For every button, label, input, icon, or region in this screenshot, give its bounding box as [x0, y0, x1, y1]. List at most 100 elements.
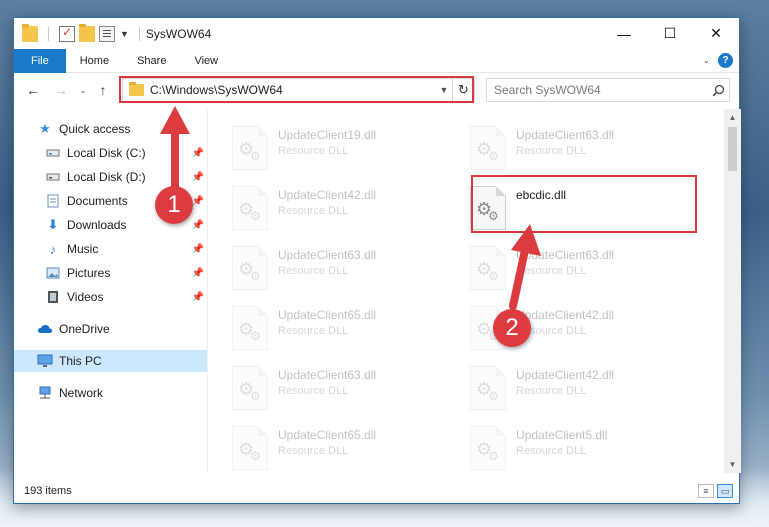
- address-path[interactable]: C:\Windows\SysWOW64: [150, 83, 436, 97]
- music-icon: ♪: [49, 241, 57, 257]
- tab-view[interactable]: View: [180, 49, 232, 73]
- file-item[interactable]: ⚙ ⚙ UpdateClient63.dll Resource DLL: [214, 243, 444, 297]
- customize-toolbar-chevron-icon[interactable]: ▼: [120, 29, 129, 39]
- quick-access-toolbar: ▼: [14, 23, 146, 42]
- properties-check-icon[interactable]: [59, 25, 75, 42]
- file-name: UpdateClient19.dll: [278, 128, 377, 142]
- file-name: ebcdic.dll: [516, 188, 567, 202]
- vertical-scrollbar[interactable]: ▲ ▼: [724, 109, 741, 473]
- recent-locations-button[interactable]: ⌄: [76, 79, 90, 101]
- help-button[interactable]: ?: [718, 53, 733, 68]
- expand-ribbon-chevron-icon[interactable]: ⌄: [702, 55, 710, 66]
- sidebar-item-label: Quick access: [59, 122, 131, 136]
- search-input[interactable]: [487, 83, 707, 97]
- cloud-icon: [37, 321, 53, 337]
- up-button[interactable]: ↑: [92, 79, 114, 101]
- file-type: Resource DLL: [278, 445, 349, 457]
- scroll-thumb[interactable]: [728, 127, 737, 171]
- details-view-icon[interactable]: ≡: [698, 484, 714, 498]
- sidebar-item-music[interactable]: ♪ Music 📌: [14, 238, 207, 260]
- sidebar-item-quick-access[interactable]: ★ Quick access: [14, 118, 207, 140]
- file-name: UpdateClient63.dll: [516, 128, 615, 142]
- file-item[interactable]: ⚙ ⚙ UpdateClient65.dll Resource DLL: [214, 423, 444, 473]
- search-icon[interactable]: [707, 84, 729, 97]
- caption-buttons: — ☐ ✕: [601, 18, 739, 49]
- sidebar-item-videos[interactable]: Videos 📌: [14, 286, 207, 308]
- sidebar-item-label: This PC: [59, 354, 102, 368]
- address-dropdown-chevron-icon[interactable]: ▼: [436, 85, 452, 95]
- back-button[interactable]: ←: [22, 79, 44, 101]
- dll-file-icon: ⚙ ⚙: [232, 246, 268, 290]
- file-item[interactable]: ⚙ ⚙ UpdateClient63.dll Resource DLL: [452, 243, 682, 297]
- details-icon[interactable]: [99, 25, 115, 42]
- sidebar-item-label: Network: [59, 386, 104, 400]
- sidebar-item-label: Videos: [67, 290, 104, 304]
- maximize-button[interactable]: ☐: [647, 18, 693, 49]
- pictures-icon: [45, 265, 61, 281]
- file-item[interactable]: ⚙ ⚙ UpdateClient5.dll Resource DLL: [452, 423, 682, 473]
- tab-file[interactable]: File: [14, 48, 66, 73]
- dll-file-icon: ⚙ ⚙: [470, 246, 506, 290]
- address-bar[interactable]: C:\Windows\SysWOW64 ▼ ↻: [122, 78, 475, 102]
- scroll-up-arrow-icon[interactable]: ▲: [724, 109, 741, 126]
- scroll-down-arrow-icon[interactable]: ▼: [724, 456, 741, 473]
- file-type: Resource DLL: [278, 385, 349, 397]
- sidebar-item-local-disk-c[interactable]: Local Disk (C:) 📌: [14, 142, 207, 164]
- sidebar-item-label: Local Disk (D:): [67, 170, 146, 184]
- file-type: Resource DLL: [516, 265, 587, 277]
- sidebar-item-onedrive[interactable]: OneDrive: [14, 318, 207, 340]
- pin-icon[interactable]: 📌: [192, 196, 204, 207]
- file-item[interactable]: ⚙ ⚙ UpdateClient63.dll Resource DLL: [452, 123, 682, 177]
- file-item[interactable]: ⚙ ⚙ UpdateClient65.dll Resource DLL: [214, 303, 444, 357]
- dll-file-icon: ⚙ ⚙: [232, 366, 268, 410]
- dll-file-icon: ⚙ ⚙: [232, 186, 268, 230]
- pin-icon[interactable]: 📌: [192, 220, 204, 231]
- sidebar-item-local-disk-d[interactable]: Local Disk (D:) 📌: [14, 166, 207, 188]
- file-item[interactable]: ⚙ ⚙ UpdateClient19.dll Resource DLL: [214, 123, 444, 177]
- dll-file-icon: ⚙ ⚙: [232, 306, 268, 350]
- pin-icon[interactable]: 📌: [192, 268, 204, 279]
- forward-button[interactable]: →: [50, 79, 72, 101]
- sidebar-item-label: Documents: [67, 194, 128, 208]
- documents-icon: [45, 193, 61, 209]
- file-name: UpdateClient42.dll: [516, 308, 615, 322]
- file-name: UpdateClient63.dll: [516, 248, 615, 262]
- network-icon: [37, 385, 53, 401]
- sidebar-item-label: OneDrive: [59, 322, 110, 336]
- file-type: Resource DLL: [278, 325, 349, 337]
- sidebar-item-pictures[interactable]: Pictures 📌: [14, 262, 207, 284]
- large-icons-view-icon[interactable]: ▭: [717, 484, 733, 498]
- folder-icon[interactable]: [22, 23, 38, 42]
- pane-divider[interactable]: [207, 109, 208, 473]
- sidebar-item-this-pc[interactable]: This PC: [14, 350, 207, 372]
- file-item[interactable]: ⚙ ⚙ UpdateClient42.dll Resource DLL: [214, 183, 444, 237]
- file-type: Resource DLL: [516, 385, 587, 397]
- dll-file-icon: ⚙ ⚙: [470, 426, 506, 470]
- videos-icon: [45, 289, 61, 305]
- file-type: Resource DLL: [278, 205, 349, 217]
- dll-file-icon: ⚙ ⚙: [470, 186, 506, 230]
- file-name: UpdateClient63.dll: [278, 248, 377, 262]
- file-name: UpdateClient5.dll: [516, 428, 608, 442]
- sidebar-item-label: Local Disk (C:): [67, 146, 146, 160]
- pin-icon[interactable]: 📌: [192, 292, 204, 303]
- file-item[interactable]: ⚙ ⚙ UpdateClient42.dll Resource DLL: [452, 303, 682, 357]
- star-icon: ★: [39, 121, 51, 136]
- pin-icon[interactable]: 📌: [192, 172, 204, 183]
- search-box[interactable]: [486, 78, 730, 102]
- pin-icon[interactable]: 📌: [192, 148, 204, 159]
- pin-icon[interactable]: 📌: [192, 244, 204, 255]
- refresh-button[interactable]: ↻: [452, 79, 474, 101]
- close-button[interactable]: ✕: [693, 18, 739, 49]
- file-name: UpdateClient65.dll: [278, 308, 377, 322]
- sidebar-item-network[interactable]: Network: [14, 382, 207, 404]
- tab-home[interactable]: Home: [66, 49, 123, 73]
- file-item[interactable]: ⚙ ⚙ UpdateClient42.dll Resource DLL: [452, 363, 682, 417]
- file-item-ebcdic-dll[interactable]: ⚙ ⚙ ebcdic.dll: [452, 183, 682, 237]
- file-type: Resource DLL: [278, 265, 349, 277]
- tab-share[interactable]: Share: [123, 49, 180, 73]
- new-folder-icon[interactable]: [79, 23, 95, 42]
- toolbar-divider: [138, 26, 140, 41]
- minimize-button[interactable]: —: [601, 18, 647, 49]
- file-item[interactable]: ⚙ ⚙ UpdateClient63.dll Resource DLL: [214, 363, 444, 417]
